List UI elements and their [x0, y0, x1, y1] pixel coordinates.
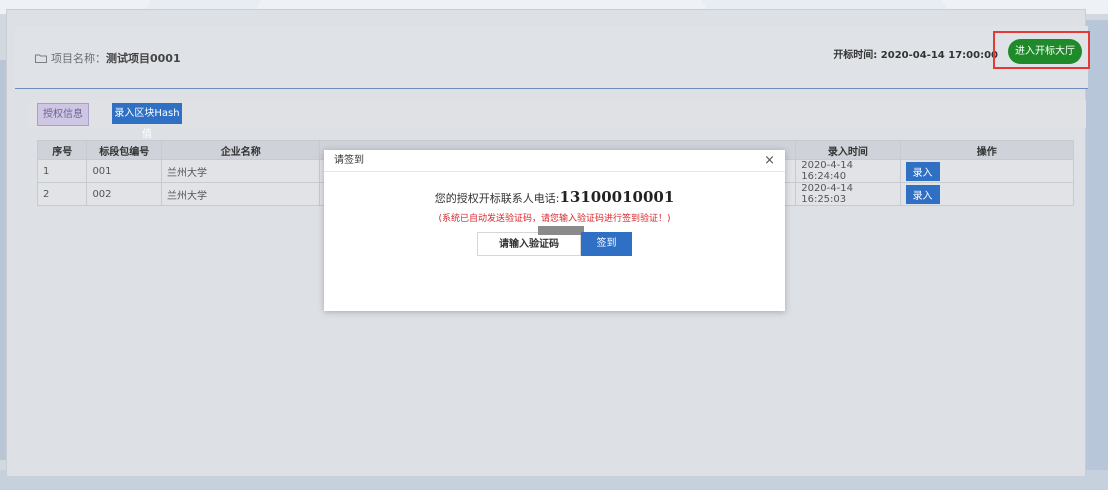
verification-code-input[interactable]: 请输入验证码	[477, 232, 581, 256]
verification-notice: (系统已自动发送验证码，请您输入验证码进行签到验证！)	[438, 214, 671, 224]
row-action: 录入	[899, 159, 1075, 183]
tab-authorization-info[interactable]: 授权信息	[37, 103, 89, 126]
row-index: 1	[36, 159, 88, 183]
column-header: 企业名称	[160, 140, 321, 160]
entry-button[interactable]: 录入	[905, 184, 940, 204]
row-company: 兰州大学	[160, 182, 321, 206]
tab-bar	[26, 100, 1086, 128]
row-code: 002	[86, 182, 162, 206]
phone-number: 13100010001	[559, 188, 675, 206]
project-header: 项目名称：测试项目0001 开标时间: 2020-04-14 17:00:00	[15, 26, 1088, 89]
open-time-label: 开标时间:	[833, 50, 881, 61]
close-icon[interactable]: ×	[764, 154, 775, 168]
row-code: 001	[86, 159, 162, 183]
folder-icon	[35, 54, 47, 63]
sign-in-button[interactable]: 签到	[581, 232, 632, 256]
project-label: 项目名称：	[51, 52, 106, 65]
redaction-bar	[538, 226, 584, 235]
tab-enter-hash[interactable]: 录入区块Hash值	[112, 103, 182, 140]
row-time: 2020-4-14 16:25:03	[795, 182, 901, 206]
phone-label: 您的授权开标联系人电话:	[434, 192, 560, 205]
enter-hall-button[interactable]: 进入开标大厅	[1008, 39, 1082, 64]
project-title: 项目名称：测试项目0001	[35, 50, 181, 66]
entry-button[interactable]: 录入	[905, 161, 940, 181]
column-header: 序号	[36, 140, 88, 160]
column-header: 操作	[899, 140, 1075, 160]
contact-phone-line: 您的授权开标联系人电话:13100010001	[324, 188, 785, 206]
dialog-title: 请签到	[324, 150, 785, 172]
column-header: 录入时间	[795, 140, 901, 160]
open-time-value: 2020-04-14 17:00:00	[880, 50, 998, 61]
row-time: 2020-4-14 16:24:40	[795, 159, 901, 183]
sign-in-dialog: 请签到 × 您的授权开标联系人电话:13100010001 (系统已自动发送验证…	[324, 150, 785, 311]
project-name: 测试项目0001	[106, 52, 181, 65]
column-header: 标段包编号	[86, 140, 162, 160]
row-company: 兰州大学	[160, 159, 321, 183]
open-time: 开标时间: 2020-04-14 17:00:00	[833, 46, 998, 61]
row-action: 录入	[899, 182, 1075, 206]
row-index: 2	[36, 182, 88, 206]
